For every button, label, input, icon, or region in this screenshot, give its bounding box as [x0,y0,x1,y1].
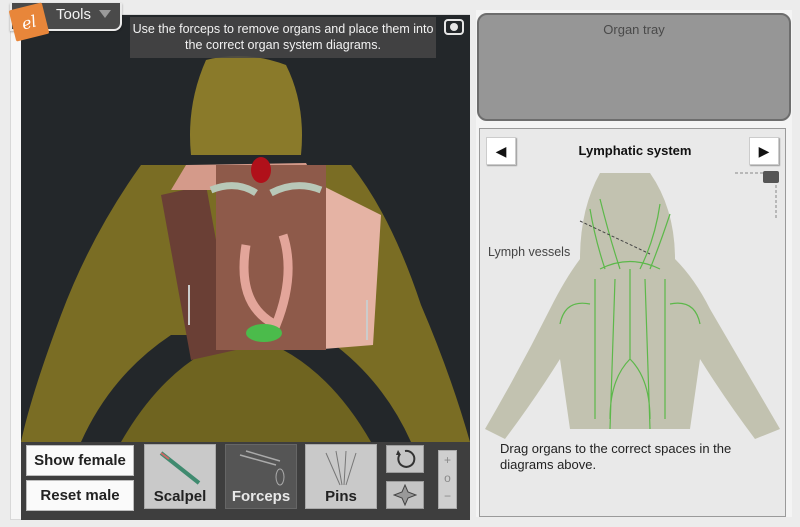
tool-label: Forceps [231,488,291,505]
diagram-instructions: Drag organs to the correct spaces in the… [500,441,732,472]
organ-tray-title: Organ tray [603,22,665,37]
forceps-icon [239,450,285,486]
zoom-control[interactable]: + o − [438,450,457,509]
lymph-vessels-label: Lymph vessels [488,245,571,259]
scalpel-icon [159,451,201,485]
instruction-banner: Use the forceps to remove organs and pla… [130,17,436,58]
tool-scalpel[interactable]: Scalpel [144,444,216,509]
reset-male-button[interactable]: Reset male [26,480,134,511]
bladder [246,324,282,342]
frog-head [190,56,302,155]
zoom-out-button[interactable]: − [439,487,456,505]
next-system-button[interactable]: ▶ [749,137,779,165]
camera-icon[interactable] [444,19,464,35]
system-title: Lymphatic system [578,143,692,158]
tool-forceps[interactable]: Forceps [225,444,297,509]
rotate-button[interactable] [386,445,424,473]
heart [251,157,271,183]
zoom-in-button[interactable]: + [439,451,456,469]
tools-menu-label[interactable]: Tools [56,6,91,23]
frog-lower-legs [121,335,371,442]
tool-label: Scalpel [153,488,207,505]
dissection-viewport[interactable] [21,15,470,442]
frog-dissection-render[interactable] [21,15,470,442]
show-female-button[interactable]: Show female [26,445,134,476]
tool-pins[interactable]: Pins [305,444,377,509]
lymphatic-diagram [485,172,780,439]
frog-silhouette [485,173,780,439]
tool-label: Pins [325,488,357,505]
chevron-down-icon[interactable] [99,10,111,18]
organ-system-diagram[interactable]: ◀ Lymphatic system ▶ Lymph vessels Drag … [479,128,786,517]
prev-system-button[interactable]: ◀ [486,137,516,165]
zoom-reset-button[interactable]: o [439,469,456,487]
rotate-icon [396,449,416,468]
organ-tray[interactable]: Organ tray [477,13,791,121]
camera-icon[interactable] [763,171,779,183]
pins-icon [325,450,357,486]
pan-button[interactable] [386,481,424,509]
pan-icon [393,484,417,506]
